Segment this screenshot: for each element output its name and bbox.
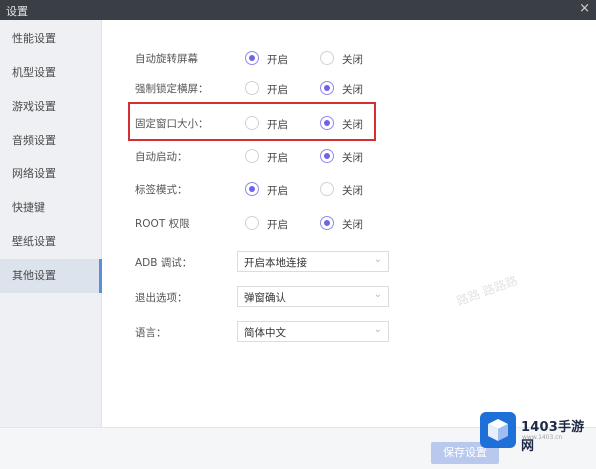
auto-start-off-radio[interactable]: [320, 149, 334, 163]
sidebar-item-device-model[interactable]: 机型设置: [0, 56, 102, 90]
chevron-down-icon: ⌄: [373, 324, 382, 335]
tab-mode-off-label: 关闭: [342, 185, 363, 197]
fixed-window-size-on-radio[interactable]: [245, 116, 259, 130]
sidebar-item-wallpaper[interactable]: 壁纸设置: [0, 225, 102, 259]
auto-start-off-label: 关闭: [342, 152, 363, 164]
fixed-window-size-on-label: 开启: [267, 119, 288, 131]
auto-rotate-on-radio[interactable]: [245, 51, 259, 65]
root-permission-label: ROOT 权限: [135, 218, 190, 230]
auto-start-on-label: 开启: [267, 152, 288, 164]
auto-rotate-on-label: 开启: [267, 54, 288, 66]
brand-logo-icon: [480, 412, 516, 448]
exit-option-label: 退出选项：: [135, 292, 188, 304]
adb-debug-select[interactable]: 开启本地连接 ⌄: [237, 251, 389, 272]
force-landscape-on-label: 开启: [267, 84, 288, 96]
sidebar-item-shortcuts[interactable]: 快捷键: [0, 191, 102, 225]
auto-start-label: 自动启动：: [135, 151, 188, 163]
brand-url: www.1403.cn: [522, 434, 563, 441]
root-permission-off-radio[interactable]: [320, 216, 334, 230]
auto-rotate-label: 自动旋转屏幕: [135, 53, 198, 65]
chevron-down-icon: ⌄: [373, 289, 382, 300]
chevron-down-icon: ⌄: [373, 254, 382, 265]
close-icon[interactable]: ×: [579, 1, 590, 16]
tab-mode-label: 标签模式：: [135, 184, 188, 196]
force-landscape-off-label: 关闭: [342, 84, 363, 96]
tab-mode-on-radio[interactable]: [245, 182, 259, 196]
fixed-window-size-off-radio[interactable]: [320, 116, 334, 130]
adb-debug-value: 开启本地连接: [244, 257, 307, 269]
exit-option-value: 弹窗确认: [244, 292, 286, 304]
root-permission-on-label: 开启: [267, 219, 288, 231]
exit-option-select[interactable]: 弹窗确认 ⌄: [237, 286, 389, 307]
root-permission-off-label: 关闭: [342, 219, 363, 231]
auto-rotate-off-radio[interactable]: [320, 51, 334, 65]
sidebar: 性能设置 机型设置 游戏设置 音频设置 网络设置 快捷键 壁纸设置 其他设置: [0, 20, 102, 427]
window-title: 设置: [6, 5, 28, 18]
title-bar: 设置 ×: [0, 0, 596, 20]
fixed-window-size-off-label: 关闭: [342, 119, 363, 131]
fixed-window-size-label: 固定窗口大小：: [135, 118, 209, 130]
sidebar-item-other[interactable]: 其他设置: [0, 259, 102, 293]
auto-rotate-off-label: 关闭: [342, 54, 363, 66]
sidebar-item-network[interactable]: 网络设置: [0, 157, 102, 191]
language-value: 简体中文: [244, 327, 286, 339]
auto-start-on-radio[interactable]: [245, 149, 259, 163]
force-landscape-label: 强制锁定横屏：: [135, 83, 209, 95]
force-landscape-off-radio[interactable]: [320, 81, 334, 95]
adb-debug-label: ADB 调试：: [135, 257, 193, 269]
language-label: 语言：: [135, 327, 167, 339]
sidebar-item-audio[interactable]: 音频设置: [0, 124, 102, 158]
root-permission-on-radio[interactable]: [245, 216, 259, 230]
sidebar-item-performance[interactable]: 性能设置: [0, 22, 102, 56]
sidebar-item-game[interactable]: 游戏设置: [0, 90, 102, 124]
tab-mode-on-label: 开启: [267, 185, 288, 197]
language-select[interactable]: 简体中文 ⌄: [237, 321, 389, 342]
tab-mode-off-radio[interactable]: [320, 182, 334, 196]
force-landscape-on-radio[interactable]: [245, 81, 259, 95]
